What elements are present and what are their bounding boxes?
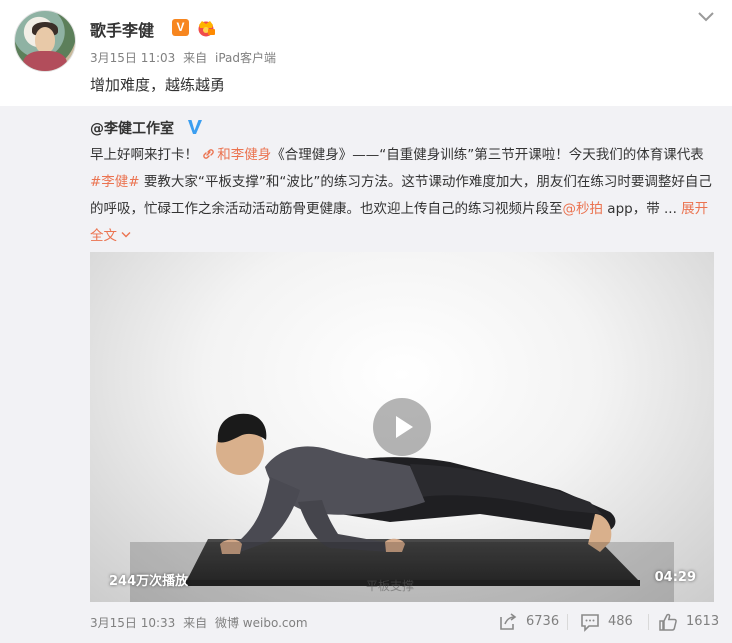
play-button[interactable] [373, 398, 431, 456]
video-player[interactable]: 244万次播放 平板支撑 04:29 [90, 252, 714, 602]
comment-icon [581, 614, 599, 632]
comment-count: 486 [608, 614, 633, 629]
repost-meta: 3月15日 10:33 来自 微博 weibo.com [90, 614, 312, 631]
repost-button[interactable]: 6736 [498, 612, 560, 632]
repost-date[interactable]: 3月15日 10:33 [90, 616, 175, 630]
like-icon [659, 613, 677, 631]
link-person[interactable]: 和李健身 [202, 147, 271, 163]
post-source-prefix: 来自 [183, 51, 208, 65]
link-icon [203, 149, 215, 159]
video-view-count: 244万次播放 [109, 574, 189, 589]
action-divider [567, 614, 568, 630]
verified-badge[interactable]: V [172, 19, 189, 36]
avatar-face [35, 27, 55, 53]
like-count: 1613 [686, 614, 720, 629]
chevron-down-small-icon [121, 232, 131, 238]
video-subtitle: 平板支撑 [366, 579, 415, 593]
play-icon [396, 416, 413, 438]
author-name[interactable]: 歌手李健 [90, 17, 154, 41]
repost-author[interactable]: @李健工作室 [90, 118, 174, 138]
video-duration: 04:29 [654, 570, 696, 585]
comment-button[interactable]: 486 [580, 612, 635, 632]
repost-icon [500, 613, 517, 630]
hashtag-link[interactable]: #李健# [90, 174, 140, 190]
post-text: 增加难度，越练越勇 [90, 76, 226, 94]
repost-text-intro: 早上好啊来打卡！ [90, 147, 198, 163]
repost-text-body-3: app，带 ... [603, 201, 682, 217]
like-button[interactable]: 1613 [658, 612, 720, 632]
post-date[interactable]: 3月15日 11:03 [90, 51, 175, 65]
post-source[interactable]: iPad客户端 [215, 51, 276, 65]
link-person-label: 和李健身 [217, 147, 272, 163]
repost-text: 早上好啊来打卡！ 和李健身《合理健身》——“自重健身训练”第三节开课啦！今天我们… [90, 142, 714, 250]
repost-count: 6736 [526, 614, 560, 629]
weibo-card: 歌手李健 V 3月15日 11:03 来自 iPad客户端 增加难度，越练越勇 … [0, 0, 732, 643]
repost-source[interactable]: 微博 weibo.com [215, 616, 308, 630]
action-divider [648, 614, 649, 630]
avatar[interactable] [14, 10, 76, 72]
crown-icon[interactable] [196, 18, 216, 37]
avatar-body [23, 51, 67, 71]
chevron-down-icon[interactable] [698, 11, 714, 23]
verified-blue-icon[interactable] [186, 118, 204, 136]
post-meta: 3月15日 11:03 来自 iPad客户端 [90, 49, 280, 66]
mention-link[interactable]: @秒拍 [563, 201, 604, 217]
repost-source-prefix: 来自 [183, 616, 208, 630]
repost-text-body-1: 《合理健身》——“自重健身训练”第三节开课啦！今天我们的体育课代表 [271, 147, 704, 163]
